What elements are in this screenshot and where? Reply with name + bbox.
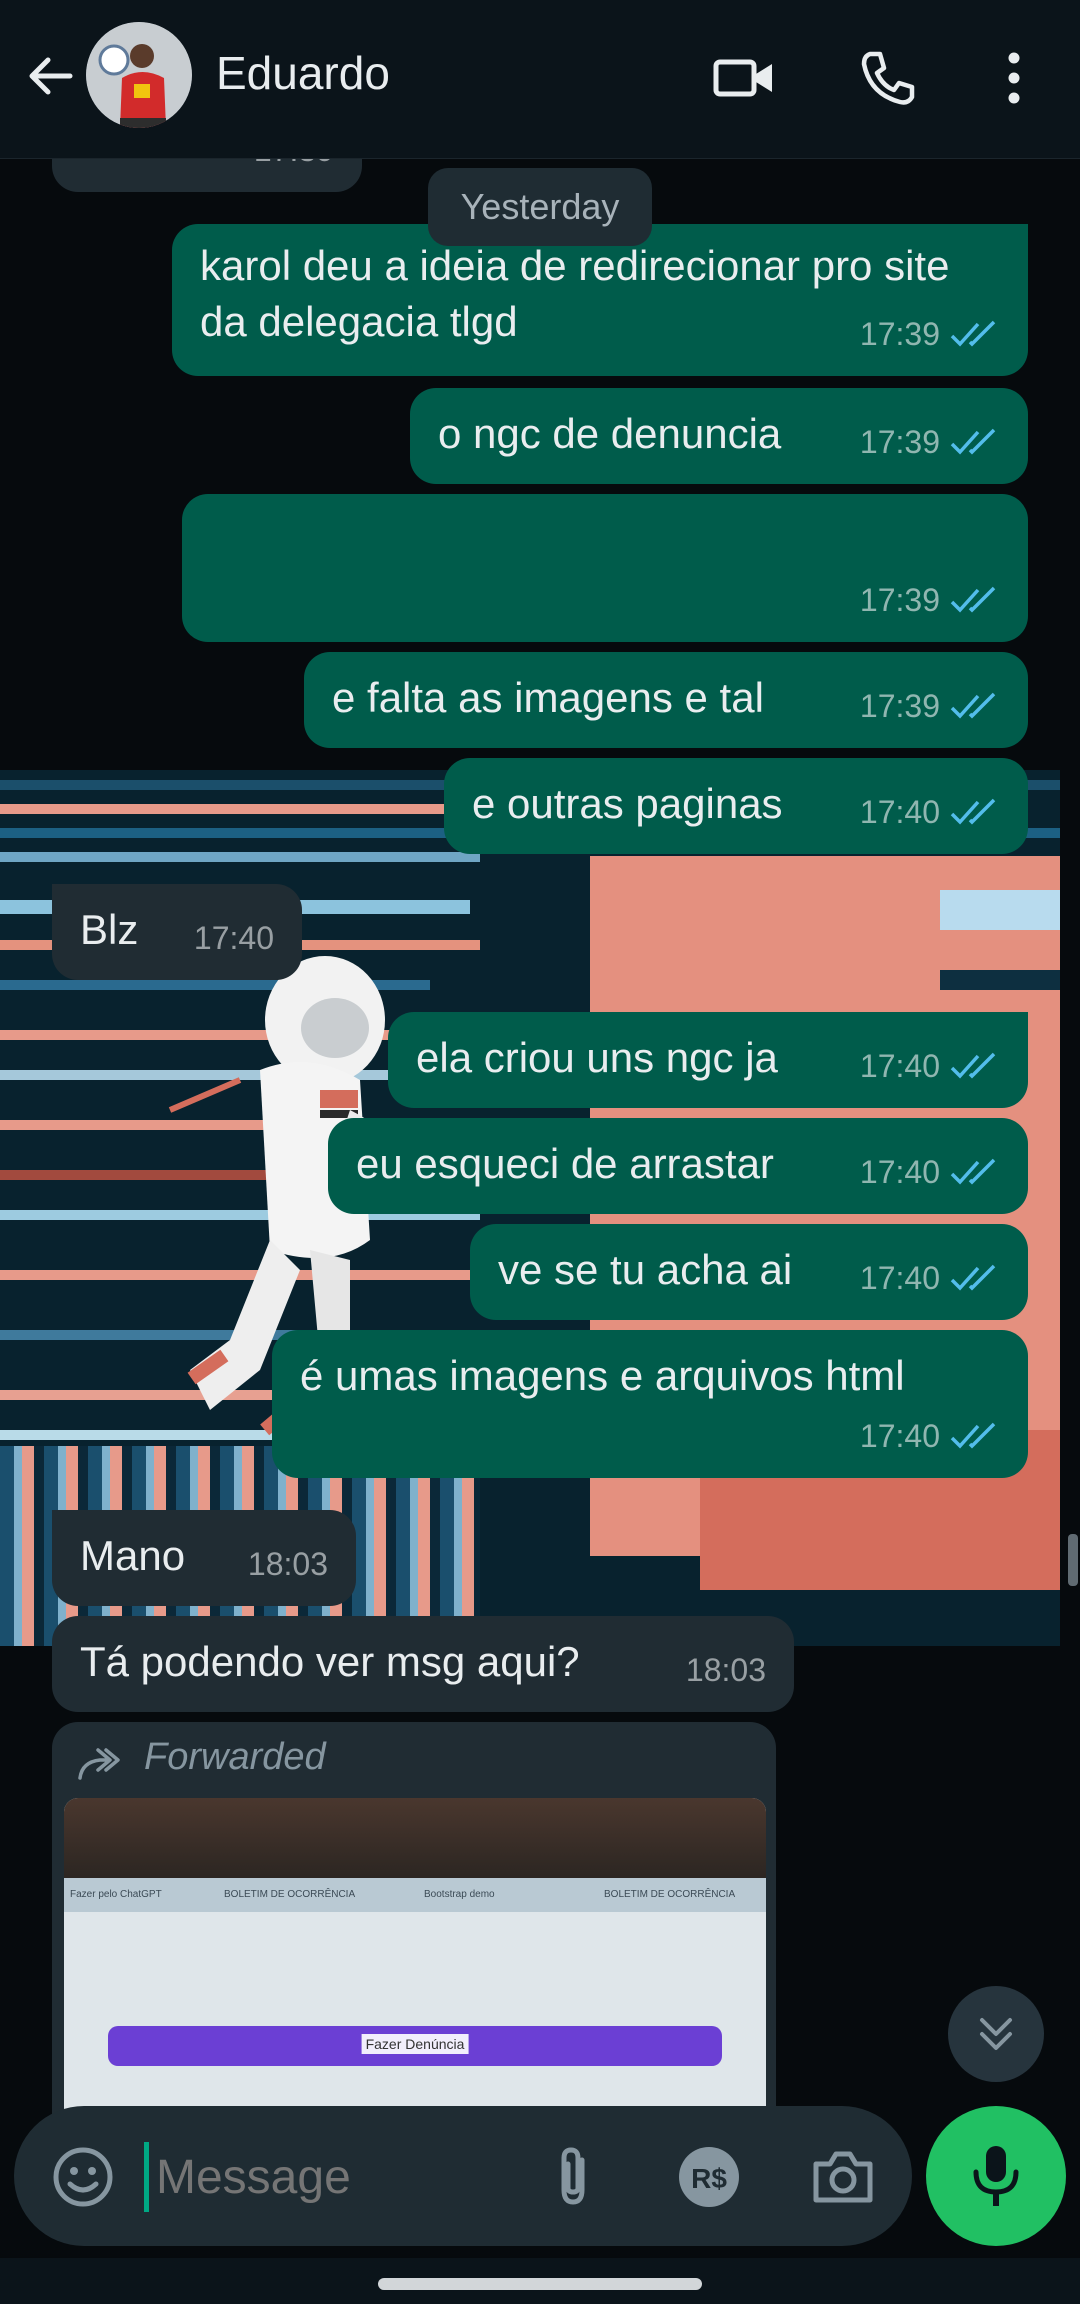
message-bubble-outgoing[interactable]: o ngc de denuncia 17:39 <box>410 388 1028 484</box>
message-time: 17:39 <box>859 582 940 618</box>
message-time: 17:40 <box>859 794 940 830</box>
chat-header: Eduardo <box>0 0 1080 159</box>
double-chevron-down-icon <box>980 2018 1012 2050</box>
forwarded-message[interactable]: Forwarded Fazer pelo ChatGPT BOLETIM DE … <box>52 1722 776 2122</box>
message-time: 17:40 <box>193 920 274 956</box>
screenshot-tab: Bootstrap demo <box>424 1889 495 1900</box>
more-vert-icon[interactable] <box>982 46 1046 110</box>
forwarded-label: Forwarded <box>144 1736 326 1778</box>
message-time: 17:39 <box>859 316 940 352</box>
paperclip-icon[interactable] <box>538 2142 608 2212</box>
message-time: 17:39 <box>859 688 940 724</box>
date-chip: Yesterday <box>428 168 652 246</box>
gesture-handle[interactable] <box>378 2278 702 2290</box>
read-ticks-icon <box>950 1264 996 1291</box>
scrollbar-thumb[interactable] <box>1068 1534 1078 1586</box>
contact-name[interactable]: Eduardo <box>216 46 390 100</box>
svg-text:R$: R$ <box>691 2163 727 2194</box>
microphone-icon <box>973 2146 1019 2206</box>
message-bubble-outgoing[interactable]: 17:39 <box>182 494 1028 642</box>
read-ticks-icon <box>950 320 996 347</box>
arrow-back-icon[interactable] <box>22 48 78 104</box>
read-ticks-icon <box>950 692 996 719</box>
read-ticks-icon <box>950 1158 996 1185</box>
message-bubble-outgoing[interactable]: e falta as imagens e tal 17:39 <box>304 652 1028 748</box>
video-call-icon[interactable] <box>712 46 776 110</box>
screenshot-tab: BOLETIM DE OCORRÊNCIA <box>224 1889 356 1900</box>
message-bubble-outgoing[interactable]: ve se tu acha ai 17:40 <box>470 1224 1028 1320</box>
read-ticks-icon <box>950 586 996 613</box>
message-text: karol deu a ideia de redirecionar pro si… <box>200 242 950 345</box>
scroll-to-bottom-button[interactable] <box>948 1986 1044 2082</box>
forward-icon <box>78 1748 120 1780</box>
message-time: 17:40 <box>859 1418 940 1454</box>
camera-icon[interactable] <box>808 2142 878 2212</box>
text-cursor <box>144 2142 149 2212</box>
message-time: 17:40 <box>859 1260 940 1296</box>
forwarded-image[interactable]: Fazer pelo ChatGPT BOLETIM DE OCORRÊNCIA… <box>64 1798 766 2122</box>
screenshot-button: Fazer Denúncia <box>108 2026 722 2066</box>
phone-icon[interactable] <box>856 46 920 110</box>
message-time: 17:40 <box>859 1048 940 1084</box>
message-time: 18:03 <box>685 1652 766 1688</box>
read-ticks-icon <box>950 1052 996 1079</box>
contact-avatar[interactable] <box>86 22 192 128</box>
message-bubble-incoming[interactable]: Blz 17:40 <box>52 884 302 980</box>
message-text: Tá podendo ver msg aqui? <box>80 1638 580 1685</box>
message-bubble-incoming[interactable]: Mano 18:03 <box>52 1510 356 1606</box>
message-bubble-outgoing[interactable]: ela criou uns ngc ja 17:40 <box>388 1012 1028 1108</box>
screenshot-tab: Fazer pelo ChatGPT <box>70 1889 162 1900</box>
screenshot-browser-tabs: Fazer pelo ChatGPT BOLETIM DE OCORRÊNCIA… <box>64 1878 766 1912</box>
message-input[interactable] <box>154 2142 488 2214</box>
read-ticks-icon <box>950 798 996 825</box>
message-time: 17:40 <box>859 1154 940 1190</box>
message-bubble-outgoing[interactable]: e outras paginas 17:40 <box>444 758 1028 854</box>
screenshot-tab: BOLETIM DE OCORRÊNCIA <box>604 1889 736 1900</box>
read-ticks-icon <box>950 1422 996 1449</box>
message-bubble-incoming[interactable]: Tá podendo ver msg aqui? 18:03 <box>52 1616 794 1712</box>
message-text: é umas imagens e arquivos html <box>300 1352 905 1399</box>
message-time: 18:03 <box>247 1546 328 1582</box>
emoji-icon[interactable] <box>48 2142 118 2212</box>
screenshot-button-label: Fazer Denúncia <box>361 2034 469 2054</box>
rs-payment-icon[interactable]: R$ <box>674 2142 744 2212</box>
message-bubble-outgoing[interactable]: karol deu a ideia de redirecionar pro si… <box>172 224 1028 376</box>
message-bubble-outgoing[interactable]: eu esqueci de arrastar 17:40 <box>328 1118 1028 1214</box>
message-time: 17:39 <box>859 424 940 460</box>
read-ticks-icon <box>950 428 996 455</box>
voice-message-button[interactable] <box>926 2106 1066 2246</box>
message-composer: R$ <box>14 2106 912 2246</box>
message-bubble-outgoing[interactable]: é umas imagens e arquivos html 17:40 <box>272 1330 1028 1478</box>
